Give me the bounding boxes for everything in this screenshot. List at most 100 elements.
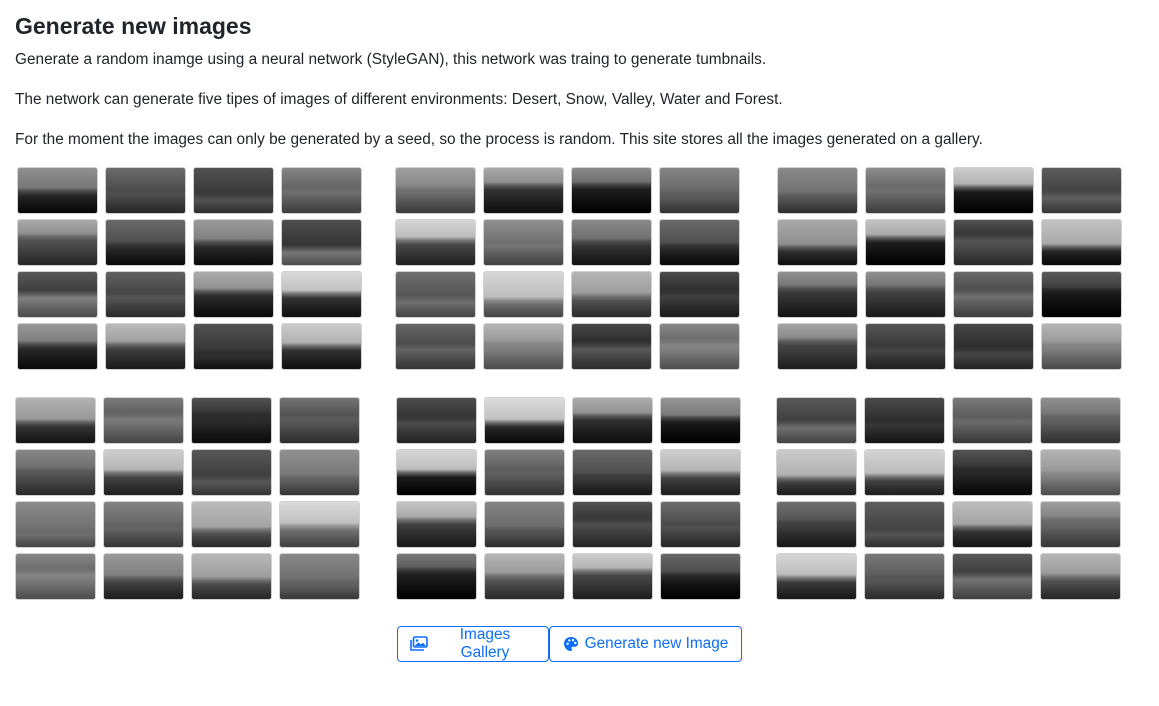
generated-thumbnail xyxy=(1041,502,1120,547)
generated-thumbnail xyxy=(192,398,271,443)
generated-thumbnail xyxy=(1042,220,1121,265)
generated-thumbnail xyxy=(572,168,651,213)
generated-thumbnail xyxy=(953,450,1032,495)
generated-thumbnail xyxy=(280,502,359,547)
image-grid-1 xyxy=(18,168,361,369)
generated-thumbnail xyxy=(396,272,475,317)
generated-thumbnail xyxy=(954,324,1033,369)
description-paragraph-2: The network can generate five tipes of i… xyxy=(15,91,783,108)
generated-thumbnail xyxy=(104,398,183,443)
generated-thumbnail xyxy=(572,324,651,369)
generated-thumbnail xyxy=(954,168,1033,213)
generated-thumbnail xyxy=(660,324,739,369)
generated-thumbnail xyxy=(865,554,944,599)
generated-thumbnail xyxy=(484,220,563,265)
generated-thumbnail xyxy=(484,272,563,317)
generated-thumbnail xyxy=(282,272,361,317)
generated-thumbnail xyxy=(777,398,856,443)
image-grid-3 xyxy=(778,168,1121,369)
generated-thumbnail xyxy=(573,398,652,443)
generated-thumbnail xyxy=(485,398,564,443)
generated-thumbnail xyxy=(1041,554,1120,599)
generated-thumbnail xyxy=(106,324,185,369)
generated-thumbnail xyxy=(661,450,740,495)
image-grid-6 xyxy=(777,398,1120,599)
generated-thumbnail xyxy=(194,324,273,369)
generated-thumbnail xyxy=(16,398,95,443)
page-title: Generate new images xyxy=(15,13,252,39)
generated-thumbnail xyxy=(573,502,652,547)
generated-thumbnail xyxy=(194,272,273,317)
generated-thumbnail xyxy=(485,502,564,547)
generated-thumbnail xyxy=(866,168,945,213)
generated-thumbnail xyxy=(1041,398,1120,443)
generated-thumbnail xyxy=(573,554,652,599)
generated-thumbnail xyxy=(18,272,97,317)
generated-thumbnail xyxy=(484,324,563,369)
generated-thumbnail xyxy=(18,220,97,265)
generated-thumbnail xyxy=(397,398,476,443)
image-grid-5 xyxy=(397,398,740,599)
generated-thumbnail xyxy=(106,220,185,265)
generated-thumbnail xyxy=(777,554,856,599)
generated-thumbnail xyxy=(282,220,361,265)
images-gallery-button[interactable]: Images Gallery xyxy=(397,626,549,662)
image-grid-2 xyxy=(396,168,739,369)
generated-thumbnail xyxy=(397,554,476,599)
generated-thumbnail xyxy=(16,450,95,495)
generated-thumbnail xyxy=(106,272,185,317)
generated-thumbnail xyxy=(954,220,1033,265)
generated-thumbnail xyxy=(1042,272,1121,317)
generated-thumbnail xyxy=(485,554,564,599)
generated-thumbnail xyxy=(778,324,857,369)
generated-thumbnail xyxy=(866,272,945,317)
generated-thumbnail xyxy=(192,502,271,547)
generated-thumbnail xyxy=(397,450,476,495)
generated-thumbnail xyxy=(778,168,857,213)
generated-thumbnail xyxy=(106,168,185,213)
generated-thumbnail xyxy=(104,450,183,495)
generated-thumbnail xyxy=(16,502,95,547)
images-icon xyxy=(410,636,428,652)
generated-thumbnail xyxy=(104,502,183,547)
generated-thumbnail xyxy=(661,502,740,547)
generated-thumbnail xyxy=(16,554,95,599)
generated-thumbnail xyxy=(953,502,1032,547)
generated-thumbnail xyxy=(1042,324,1121,369)
page: Generate new images Generate a random in… xyxy=(0,0,1159,706)
generated-thumbnail xyxy=(484,168,563,213)
generated-thumbnail xyxy=(104,554,183,599)
generated-thumbnail xyxy=(661,398,740,443)
generated-thumbnail xyxy=(280,450,359,495)
generated-thumbnail xyxy=(778,272,857,317)
generated-thumbnail xyxy=(865,502,944,547)
generated-thumbnail xyxy=(1041,450,1120,495)
generated-thumbnail xyxy=(866,324,945,369)
generated-thumbnail xyxy=(282,168,361,213)
generate-new-image-label: Generate new Image xyxy=(584,635,729,652)
generated-thumbnail xyxy=(954,272,1033,317)
generated-thumbnail xyxy=(953,554,1032,599)
generated-thumbnail xyxy=(282,324,361,369)
generated-thumbnail xyxy=(485,450,564,495)
generated-thumbnail xyxy=(280,398,359,443)
generated-thumbnail xyxy=(18,324,97,369)
generated-thumbnail xyxy=(573,450,652,495)
images-gallery-label: Images Gallery xyxy=(459,626,511,661)
generate-new-image-button[interactable]: Generate new Image xyxy=(549,626,742,662)
generated-thumbnail xyxy=(396,220,475,265)
generated-thumbnail xyxy=(778,220,857,265)
description-paragraph-3: For the moment the images can only be ge… xyxy=(15,131,983,148)
generated-thumbnail xyxy=(194,168,273,213)
generated-thumbnail xyxy=(865,398,944,443)
palette-icon xyxy=(563,636,579,652)
generated-thumbnail xyxy=(866,220,945,265)
generated-thumbnail xyxy=(396,168,475,213)
generated-thumbnail xyxy=(192,450,271,495)
generated-thumbnail xyxy=(660,168,739,213)
generated-thumbnail xyxy=(953,398,1032,443)
generated-thumbnail xyxy=(865,450,944,495)
generated-thumbnail xyxy=(194,220,273,265)
generated-thumbnail xyxy=(777,450,856,495)
description-paragraph-1: Generate a random inamge using a neural … xyxy=(15,51,767,68)
